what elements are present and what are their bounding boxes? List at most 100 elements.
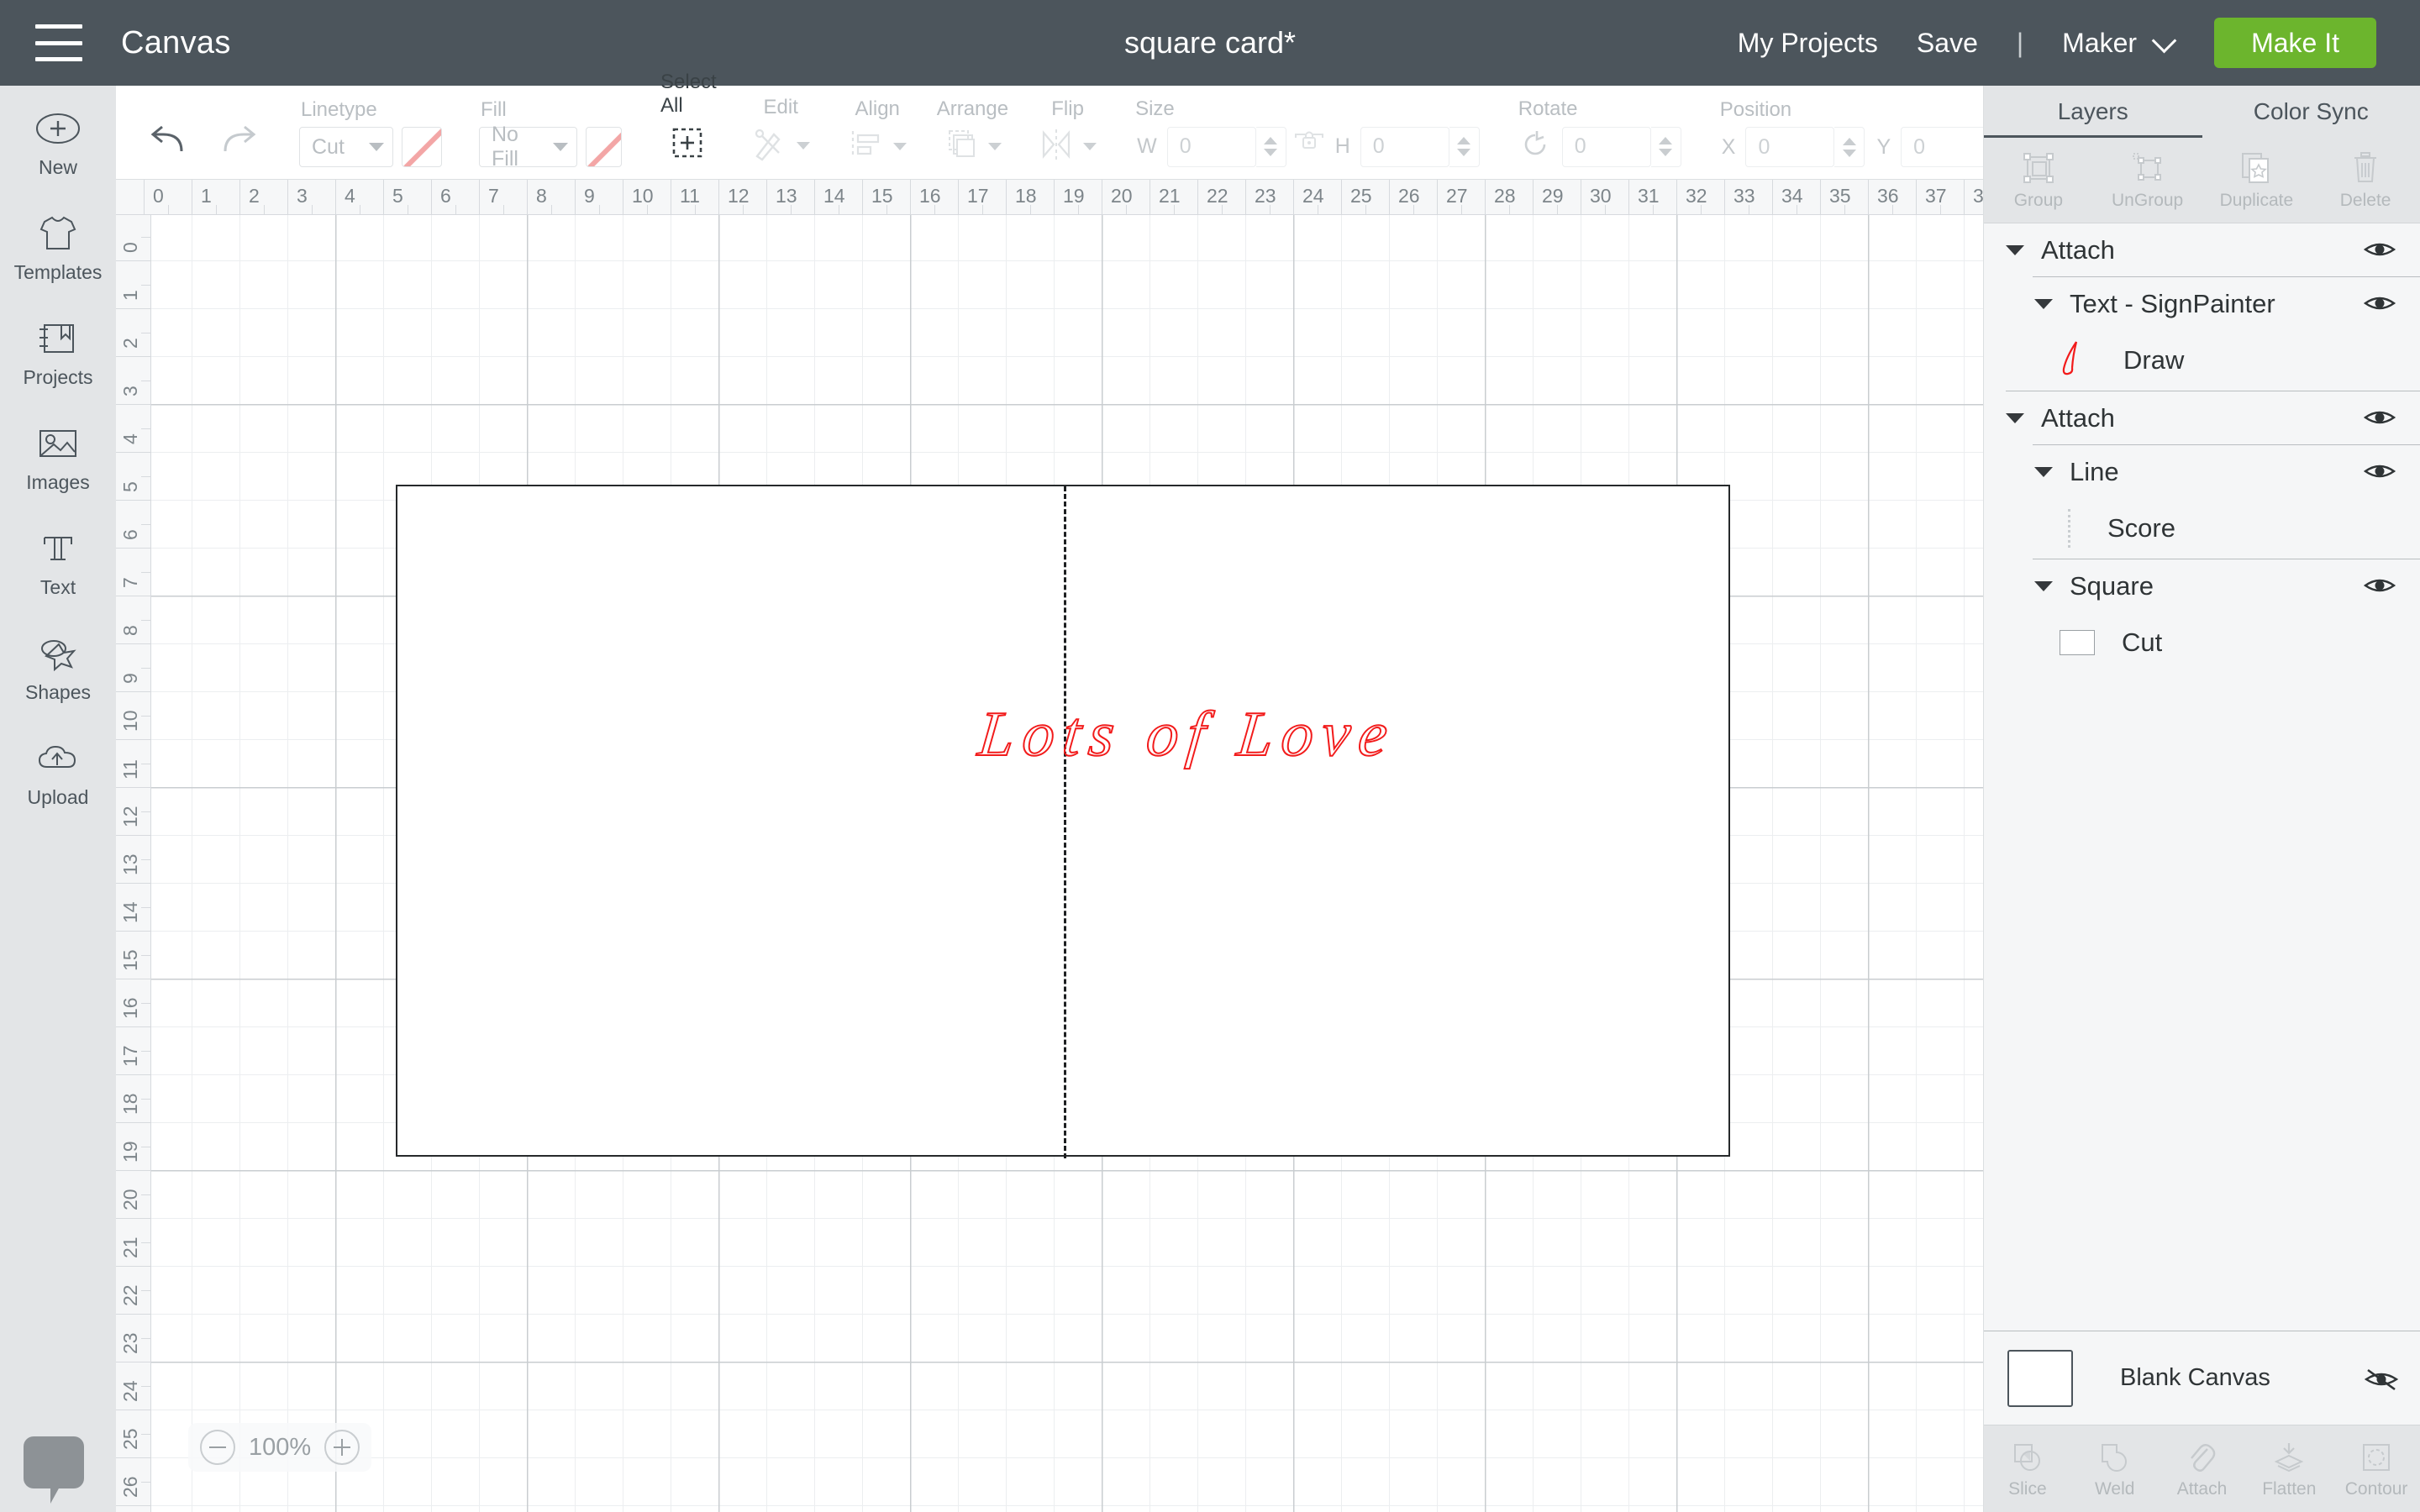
arrange-control[interactable]: Arrange (935, 97, 1008, 167)
height-stepper[interactable] (1449, 126, 1480, 167)
sidebar-label-shapes: Shapes (24, 681, 91, 703)
ruler-tick-v: 4 (116, 404, 150, 444)
ruler-tick-h: 13 (766, 180, 797, 214)
undo-arrow-icon[interactable] (145, 121, 192, 167)
sidebar-item-templates[interactable]: Templates (0, 191, 116, 296)
eye-icon[interactable] (2363, 460, 2396, 484)
layer-row-attach-1[interactable]: Attach (1984, 223, 2420, 276)
machine-selector[interactable]: Maker (2062, 28, 2175, 59)
position-x-stepper[interactable] (1834, 127, 1865, 167)
layer-row-cut[interactable]: Cut (1984, 612, 2420, 673)
select-all-control[interactable]: Select All (659, 71, 717, 167)
expand-triangle-icon[interactable] (2006, 244, 2024, 255)
rotate-control: Rotate 0 (1517, 97, 1681, 167)
layer-row-text-signpainter[interactable]: Text - SignPainter (1984, 277, 2420, 330)
eye-icon[interactable] (2363, 292, 2396, 316)
width-input[interactable]: 0 (1166, 126, 1256, 167)
ruler-tick-h: 31 (1628, 180, 1660, 214)
ruler-halftick-v (141, 858, 150, 860)
position-x-input[interactable]: 0 (1745, 127, 1835, 167)
delete-button[interactable]: Delete (2311, 138, 2420, 223)
canvas-grid[interactable]: Lots of Love (151, 215, 1983, 1512)
layer-row-line[interactable]: Line (1984, 445, 2420, 498)
ruler-halftick-h (1221, 205, 1223, 214)
flip-control[interactable]: Flip (1037, 97, 1097, 167)
contour-button[interactable]: Contour (2333, 1425, 2420, 1512)
ruler-halftick-h (311, 205, 313, 214)
ruler-tick-label: 23 (119, 1332, 141, 1354)
sidebar-item-new[interactable]: New (0, 86, 116, 191)
star-shape-icon (32, 629, 84, 678)
ruler-halftick-h (215, 205, 217, 214)
attach-button[interactable]: Attach (2159, 1425, 2246, 1512)
expand-triangle-icon[interactable] (2034, 580, 2053, 591)
ruler-tick-h: 35 (1820, 180, 1851, 214)
edit-control[interactable]: Edit (750, 96, 810, 167)
eye-off-icon[interactable] (2363, 1367, 2399, 1390)
ruler-tick-h: 14 (814, 180, 845, 214)
horizontal-ruler: 0 1 2 3 4 5 6 7 8 9 10 11 12 13 14 15 16 17 18 19 20 21 22 23 24… (116, 180, 1983, 215)
eye-icon[interactable] (2363, 239, 2396, 262)
fill-select[interactable]: No Fill (479, 123, 578, 171)
sidebar-item-upload[interactable]: Upload (0, 716, 116, 821)
redo-arrow-icon[interactable] (215, 121, 262, 167)
ruler-halftick-h (598, 205, 600, 214)
fill-color-swatch[interactable] (586, 127, 622, 167)
ruler-tick-label: 11 (119, 759, 141, 780)
group-button[interactable]: Group (1984, 138, 2093, 223)
my-projects-link[interactable]: My Projects (1738, 28, 1878, 59)
position-y-input[interactable]: 0 (1901, 127, 1991, 167)
eye-icon[interactable] (2363, 407, 2396, 430)
save-button[interactable]: Save (1917, 28, 1978, 59)
slice-button[interactable]: Slice (1984, 1425, 2071, 1512)
zoom-out-icon[interactable] (200, 1430, 235, 1465)
layer-row-score[interactable]: Score (1984, 498, 2420, 559)
layer-label: Draw (2123, 345, 2185, 375)
duplicate-button[interactable]: Duplicate (2202, 138, 2312, 223)
blank-canvas-row[interactable]: Blank Canvas (1984, 1331, 2420, 1425)
width-stepper[interactable] (1255, 126, 1286, 167)
height-input[interactable]: 0 (1360, 126, 1449, 167)
ruler-halftick-h (1173, 205, 1175, 214)
tab-color-sync[interactable]: Color Sync (2202, 86, 2420, 138)
sidebar-item-projects[interactable]: Projects (0, 296, 116, 401)
design-canvas-area[interactable]: Lots of Love 0 1 2 3 4 5 6 7 8 9 10 11 12 13 14 15 16 17 1… (116, 180, 1983, 1512)
tab-layers[interactable]: Layers (1984, 86, 2202, 138)
lock-icon[interactable] (1292, 126, 1327, 167)
rotate-input[interactable]: 0 (1561, 126, 1651, 167)
dashed-plus-icon[interactable] (667, 123, 708, 167)
expand-triangle-icon[interactable] (2006, 412, 2024, 423)
flip-horizontal-icon (1037, 126, 1076, 167)
sidebar-item-images[interactable]: Images (0, 401, 116, 506)
linetype-color-swatch[interactable] (402, 127, 442, 167)
ruler-tick-v: 13 (116, 835, 150, 875)
flatten-button[interactable]: Flatten (2245, 1425, 2333, 1512)
eye-icon[interactable] (2363, 575, 2396, 598)
sidebar-item-text[interactable]: Text (0, 506, 116, 611)
group-label: Group (2013, 191, 2064, 210)
card-shape[interactable] (396, 485, 1730, 1158)
rotate-stepper[interactable] (1650, 126, 1681, 167)
ungroup-button[interactable]: UnGroup (2093, 138, 2202, 223)
ruler-tick-label: 4 (345, 185, 355, 207)
linetype-select[interactable]: Cut (299, 127, 393, 167)
ruler-tick-v: 12 (116, 787, 150, 827)
zoom-in-icon[interactable] (324, 1430, 360, 1465)
score-fold-line[interactable] (1064, 486, 1066, 1158)
layer-row-attach-2[interactable]: Attach (1984, 391, 2420, 444)
expand-triangle-icon[interactable] (2034, 466, 2053, 477)
ruler-tick-h: 8 (527, 180, 547, 214)
sidebar-item-shapes[interactable]: Shapes (0, 611, 116, 716)
ruler-tick-label: 3 (119, 386, 141, 396)
hamburger-menu-icon[interactable] (35, 24, 82, 61)
expand-triangle-icon[interactable] (2034, 298, 2053, 309)
rotate-cw-icon[interactable] (1517, 126, 1554, 167)
align-control[interactable]: Align (847, 97, 907, 167)
layer-row-draw[interactable]: Draw (1984, 330, 2420, 391)
ruler-tick-v: 7 (116, 548, 150, 588)
make-it-button[interactable]: Make It (2214, 18, 2376, 68)
chat-bubble-icon[interactable] (24, 1436, 84, 1504)
artwork-text[interactable]: Lots of Love (975, 698, 1401, 771)
weld-button[interactable]: Weld (2071, 1425, 2159, 1512)
layer-row-square[interactable]: Square (1984, 559, 2420, 612)
